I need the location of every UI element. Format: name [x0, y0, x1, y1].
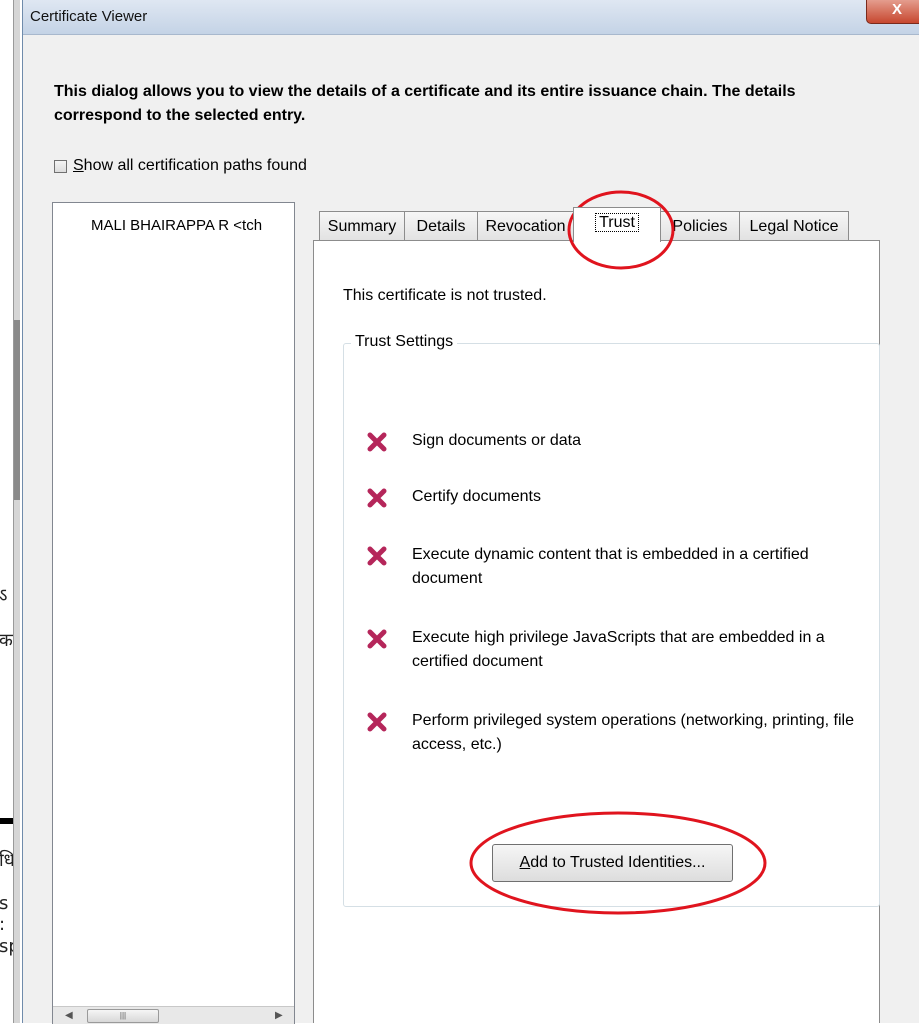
red-x-icon [367, 432, 387, 452]
red-x-icon [367, 629, 387, 649]
certificate-viewer-dialog: Certificate Viewer X This dialog allows … [22, 0, 919, 1024]
trust-tab-panel: This certificate is not trusted. Trust S… [313, 240, 880, 1023]
certificate-chain-list[interactable]: MALI BHAIRAPPA R <tch ◀ ||| ▶ [52, 202, 295, 1024]
background-scroll-thumb[interactable] [14, 320, 20, 500]
trust-item-text: Perform privileged system operations (ne… [412, 712, 854, 753]
trust-item-text: Sign documents or data [412, 432, 581, 449]
window-title: Certificate Viewer [30, 8, 148, 25]
trust-item: Execute dynamic content that is embedded… [367, 543, 857, 591]
trust-item: Perform privileged system operations (ne… [367, 709, 857, 757]
tab-summary[interactable]: Summary [319, 211, 405, 240]
close-button[interactable]: X [866, 0, 919, 24]
horizontal-scrollbar[interactable]: ◀ ||| ▶ [53, 1006, 294, 1024]
tab-trust[interactable]: Trust [573, 207, 661, 242]
red-x-icon [367, 712, 387, 732]
scroll-left-icon[interactable]: ◀ [65, 1010, 73, 1021]
tab-legal-notice[interactable]: Legal Notice [739, 211, 849, 240]
add-to-trusted-identities-button[interactable]: Add to Trusted Identities... [492, 844, 733, 882]
certificate-chain-entry[interactable]: MALI BHAIRAPPA R <tch [91, 217, 262, 234]
background-glyph: ऽ [0, 585, 8, 606]
title-bar[interactable]: Certificate Viewer X [23, 0, 919, 35]
trust-item-text: Execute high privilege JavaScripts that … [412, 629, 825, 670]
trust-item: Certify documents [367, 485, 857, 509]
tab-revocation[interactable]: Revocation [477, 211, 574, 240]
red-x-icon [367, 488, 387, 508]
trust-item-text: Certify documents [412, 488, 541, 505]
dialog-description: This dialog allows you to view the detai… [54, 83, 796, 124]
tab-policies[interactable]: Policies [660, 211, 740, 240]
show-all-paths-label: Show all certification paths found [73, 157, 307, 174]
trust-status-text: This certificate is not trusted. [343, 287, 547, 304]
trust-item-text: Execute dynamic content that is embedded… [412, 546, 809, 587]
show-all-paths-checkbox-row[interactable]: Show all certification paths found [54, 157, 307, 175]
trust-item: Execute high privilege JavaScripts that … [367, 626, 857, 674]
tab-details[interactable]: Details [404, 211, 478, 240]
scroll-right-icon[interactable]: ▶ [275, 1010, 283, 1021]
show-all-paths-checkbox[interactable] [54, 159, 67, 173]
red-x-icon [367, 546, 387, 566]
trust-item: Sign documents or data [367, 429, 857, 453]
trust-settings-group: Trust Settings Sign documents or data Ce… [343, 333, 880, 907]
background-scrollbar[interactable] [13, 0, 20, 1023]
background-glyph: क [0, 630, 13, 651]
trust-settings-label: Trust Settings [351, 333, 458, 351]
scroll-thumb[interactable]: ||| [87, 1009, 159, 1023]
background-page: ऽ क धि s : sp [0, 0, 20, 1023]
